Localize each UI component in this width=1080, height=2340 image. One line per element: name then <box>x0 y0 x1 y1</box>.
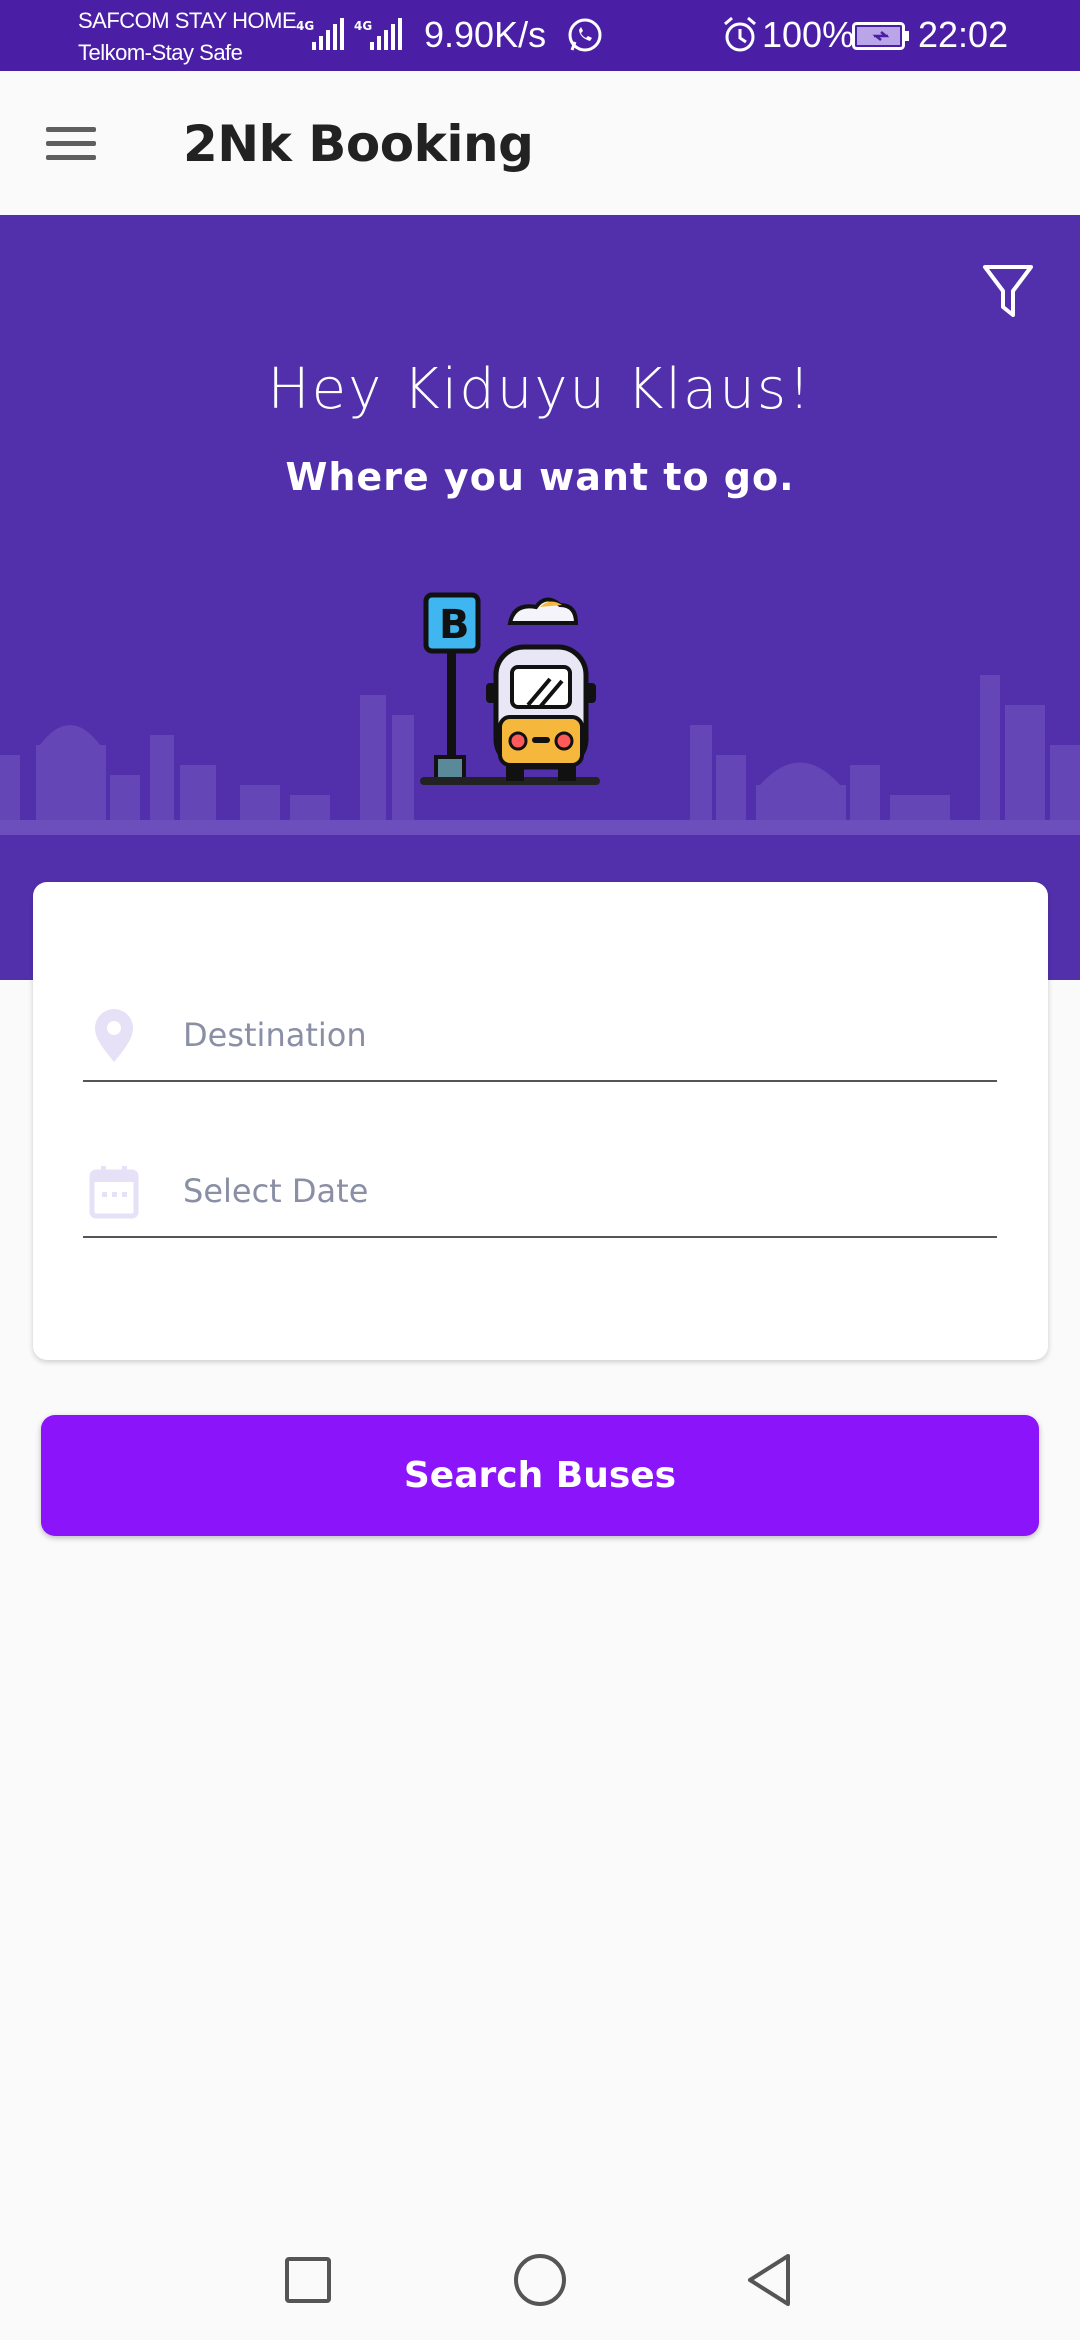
carrier-name-primary: SAFCOM STAY HOME <box>78 8 297 33</box>
home-icon[interactable] <box>510 2250 570 2310</box>
alarm-icon <box>722 16 758 59</box>
battery-percent: 100% <box>762 14 855 55</box>
search-buses-button[interactable]: Search Buses <box>41 1415 1039 1536</box>
signal-icon: 4G <box>296 18 346 52</box>
network-speed: 9.90K/s <box>424 14 547 55</box>
greeting-text: Hey Kiduyu Klaus! <box>267 357 813 422</box>
bus-stop-illustration: B <box>420 592 600 785</box>
clock: 22:02 <box>918 14 1009 55</box>
location-pin-icon <box>89 1008 139 1064</box>
hero-subtitle: Where you want to go. <box>285 455 795 499</box>
network-type-label: 4G <box>354 19 372 33</box>
app-bar: 2Nk Booking <box>0 71 1080 215</box>
back-icon[interactable] <box>740 2250 800 2310</box>
hamburger-menu-icon[interactable] <box>30 113 112 173</box>
whatsapp-icon <box>566 16 604 59</box>
filter-icon[interactable] <box>980 261 1036 321</box>
svg-text:B: B <box>439 602 470 648</box>
destination-field <box>83 982 997 1082</box>
recent-apps-icon[interactable] <box>278 2250 338 2310</box>
network-type-label: 4G <box>296 19 314 33</box>
calendar-icon <box>89 1164 139 1220</box>
date-field <box>83 1138 997 1238</box>
signal-icon: 4G <box>354 18 404 52</box>
date-input[interactable] <box>183 1162 963 1220</box>
carrier-name-secondary: Telkom-Stay Safe <box>78 40 243 65</box>
destination-input[interactable] <box>183 1006 963 1064</box>
search-form-card <box>33 882 1048 1360</box>
hero-banner: Hey Kiduyu Klaus! Where you want to go. <box>0 215 1080 980</box>
app-title: 2Nk Booking <box>183 115 534 173</box>
system-nav-bar <box>0 2220 1080 2340</box>
battery-charging-icon <box>852 22 910 55</box>
status-bar: SAFCOM STAY HOME Telkom-Stay Safe 4G 4G … <box>0 0 1080 71</box>
